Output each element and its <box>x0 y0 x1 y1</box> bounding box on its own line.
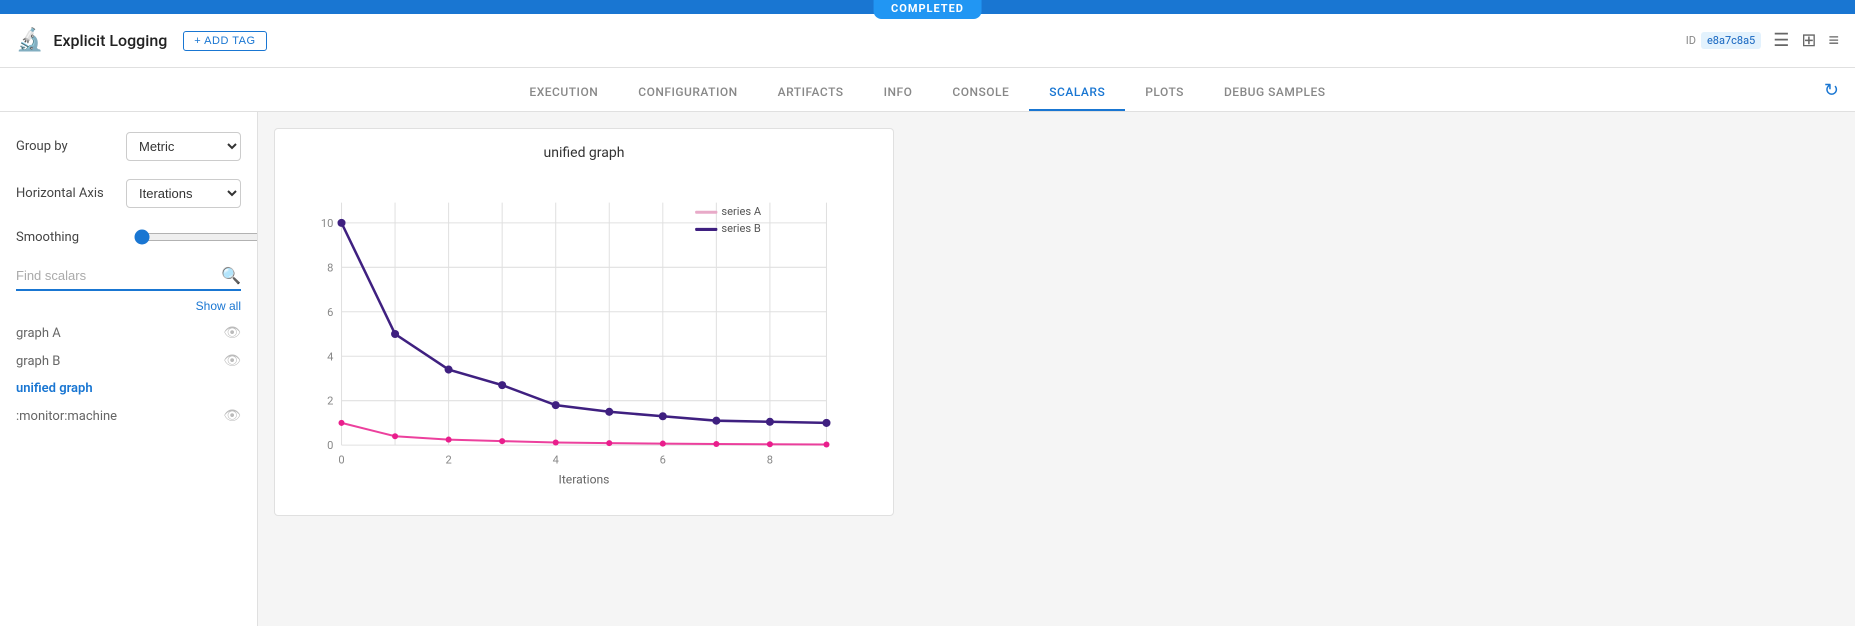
sidebar: Group by Metric None Horizontal Axis Ite… <box>0 112 258 626</box>
chart-svg: .axis-text { font-size: 11px; fill: #888… <box>291 169 877 499</box>
eye-icon-graph-b: 👁 <box>223 353 241 369</box>
details-icon[interactable]: ☰ <box>1773 30 1789 51</box>
smoothing-control: Smoothing 0 <box>16 226 241 248</box>
svg-text:Iterations: Iterations <box>559 473 610 487</box>
tab-debug-samples[interactable]: DEBUG SAMPLES <box>1204 75 1346 111</box>
tab-info[interactable]: INFO <box>864 75 933 111</box>
tab-console[interactable]: CONSOLE <box>932 75 1029 111</box>
tab-plots[interactable]: PLOTS <box>1125 75 1204 111</box>
tab-configuration[interactable]: CONFIGURATION <box>618 75 757 111</box>
scalar-item-unified-graph[interactable]: unified graph <box>16 375 241 402</box>
svg-text:series B: series B <box>721 222 760 235</box>
svg-text:0: 0 <box>338 453 344 466</box>
horizontal-axis-control: Horizontal Axis Iterations Time Epoch <box>16 179 241 208</box>
svg-text:2: 2 <box>327 395 333 408</box>
search-icon: 🔍 <box>221 266 241 285</box>
app-header: 🔬 Explicit Logging + ADD TAG ID e8a7c8a5… <box>0 14 1855 68</box>
tab-artifacts[interactable]: ARTIFACTS <box>758 75 864 111</box>
run-id-section: ID e8a7c8a5 <box>1686 32 1762 49</box>
scalar-item-graph-b[interactable]: graph B 👁 <box>16 347 241 375</box>
eye-icon-monitor-machine: 👁 <box>223 408 241 424</box>
main-layout: Group by Metric None Horizontal Axis Ite… <box>0 112 1855 626</box>
refresh-icon[interactable]: ↻ <box>1824 80 1839 101</box>
tab-scalars[interactable]: SCALARS <box>1029 75 1125 111</box>
smoothing-slider[interactable] <box>134 229 258 245</box>
run-id-label: ID <box>1686 34 1696 47</box>
header-right: ID e8a7c8a5 ☰ ⊞ ≡ <box>1686 30 1839 51</box>
svg-text:0: 0 <box>327 439 333 452</box>
svg-text:2: 2 <box>445 453 451 466</box>
run-id-value[interactable]: e8a7c8a5 <box>1701 32 1761 49</box>
group-by-label: Group by <box>16 139 126 154</box>
svg-text:series A: series A <box>721 205 761 218</box>
navigation-tabs: EXECUTION CONFIGURATION ARTIFACTS INFO C… <box>0 68 1855 112</box>
add-tag-button[interactable]: + ADD TAG <box>183 31 266 51</box>
horizontal-axis-label: Horizontal Axis <box>16 186 126 201</box>
svg-text:4: 4 <box>553 453 559 466</box>
chart-title: unified graph <box>291 145 877 161</box>
scalar-item-graph-a[interactable]: graph A 👁 <box>16 319 241 347</box>
app-title: Explicit Logging <box>53 31 167 50</box>
search-scalars-input[interactable] <box>16 268 221 283</box>
menu-icon[interactable]: ≡ <box>1828 30 1839 51</box>
layout-icon[interactable]: ⊞ <box>1801 30 1816 51</box>
svg-text:8: 8 <box>327 261 333 274</box>
search-scalars-container: 🔍 <box>16 266 241 291</box>
app-logo-icon: 🔬 <box>16 28 43 53</box>
main-content: unified graph .axis-text { font-size: 11… <box>258 112 1855 626</box>
completed-badge: COMPLETED <box>873 0 982 19</box>
group-by-control: Group by Metric None <box>16 132 241 161</box>
horizontal-axis-select[interactable]: Iterations Time Epoch <box>126 179 241 208</box>
scalar-items-list: graph A 👁 graph B 👁 unified graph :monit… <box>16 319 241 430</box>
eye-icon-graph-a: 👁 <box>223 325 241 341</box>
show-all-button[interactable]: Show all <box>196 299 241 313</box>
svg-text:6: 6 <box>327 306 333 319</box>
unified-graph-card: unified graph .axis-text { font-size: 11… <box>274 128 894 516</box>
svg-text:8: 8 <box>767 453 773 466</box>
svg-text:10: 10 <box>321 217 334 230</box>
tab-execution[interactable]: EXECUTION <box>509 75 618 111</box>
chart-wrapper: .axis-text { font-size: 11px; fill: #888… <box>291 169 877 499</box>
group-by-select[interactable]: Metric None <box>126 132 241 161</box>
scalar-item-monitor-machine[interactable]: :monitor:machine 👁 <box>16 402 241 430</box>
svg-text:4: 4 <box>327 350 333 363</box>
svg-text:6: 6 <box>660 453 666 466</box>
show-all-row: Show all <box>16 299 241 313</box>
smoothing-label: Smoothing <box>16 230 126 245</box>
